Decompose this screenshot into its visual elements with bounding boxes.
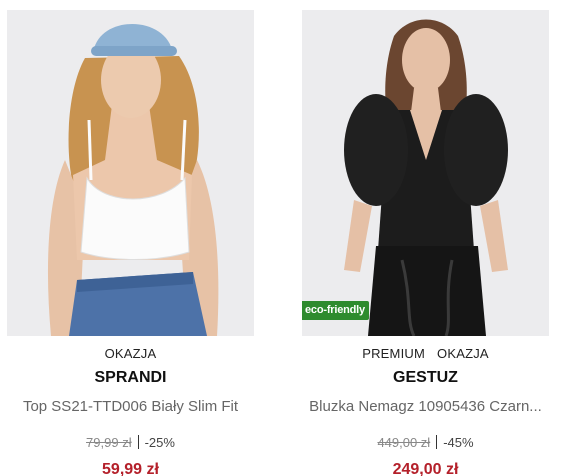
product-card[interactable]: eco-friendly PREMIUM OKAZJA GESTUZ Bluzka… bbox=[302, 10, 549, 476]
old-price: 449,00 zł bbox=[377, 435, 431, 450]
eco-friendly-badge: eco-friendly bbox=[302, 301, 369, 320]
tag-okazja: OKAZJA bbox=[437, 346, 489, 361]
product-tags: PREMIUM OKAZJA bbox=[302, 346, 549, 362]
product-brand[interactable]: GESTUZ bbox=[302, 367, 549, 389]
price-discount-row: 449,00 zł -45% bbox=[302, 435, 549, 451]
sale-price: 249,00 zł bbox=[392, 461, 459, 476]
product-brand[interactable]: SPRANDI bbox=[7, 367, 254, 389]
product-image[interactable]: eco-friendly bbox=[302, 10, 549, 336]
product-name[interactable]: Top SS21-TTD006 Biały Slim Fit bbox=[7, 396, 254, 418]
tag-okazja: OKAZJA bbox=[104, 346, 157, 361]
product-card[interactable]: OKAZJA SPRANDI Top SS21-TTD006 Biały Sli… bbox=[7, 10, 254, 476]
separator bbox=[137, 435, 139, 449]
model-photo-white-top bbox=[7, 10, 254, 336]
separator bbox=[436, 435, 438, 449]
price-discount-row: 79,99 zł -25% bbox=[7, 435, 254, 451]
sale-price: 59,99 zł bbox=[102, 461, 159, 476]
discount-percent: -25% bbox=[144, 435, 175, 450]
discount-percent: -45% bbox=[443, 435, 474, 450]
tag-premium: PREMIUM bbox=[362, 346, 426, 361]
model-photo-black-blouse bbox=[302, 10, 549, 336]
product-name[interactable]: Bluzka Nemagz 10905436 Czarn... bbox=[302, 396, 549, 418]
old-price: 79,99 zł bbox=[86, 435, 132, 450]
product-tags: OKAZJA bbox=[7, 346, 254, 362]
product-image[interactable] bbox=[7, 10, 254, 336]
